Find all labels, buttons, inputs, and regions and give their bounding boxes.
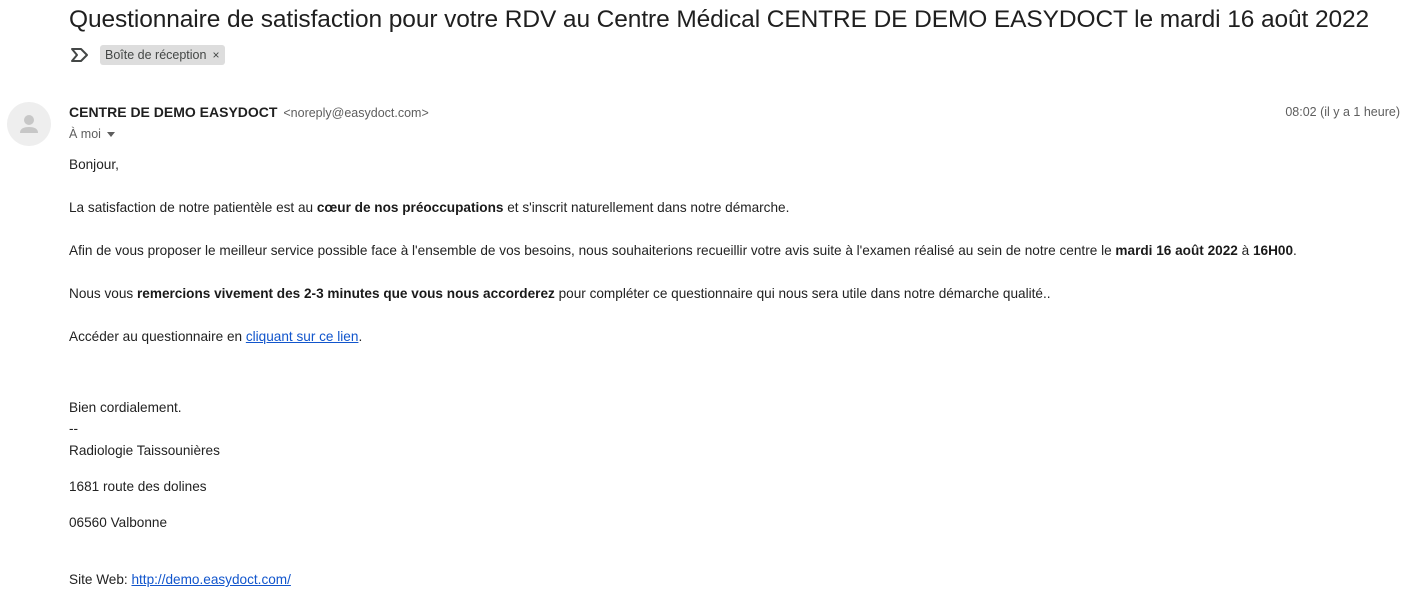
text: . — [1293, 243, 1297, 258]
text: . — [358, 329, 363, 344]
importance-marker-icon[interactable] — [70, 48, 90, 62]
website-label: Site Web: — [69, 572, 132, 587]
text: Afin de vous proposer le meilleur servic… — [69, 243, 1116, 258]
inbox-label-text: Boîte de réception — [105, 48, 207, 62]
signature-website: Site Web: http://demo.easydoct.com/ — [69, 572, 291, 587]
bold-text: cœur de nos préoccupations — [316, 200, 504, 215]
sender-avatar — [7, 102, 51, 146]
closing: Bien cordialement. — [69, 400, 182, 415]
text: pour compléter ce questionnaire qui nous… — [554, 286, 1051, 301]
label-row: Boîte de réception × — [70, 44, 226, 66]
greeting: Bonjour, — [69, 157, 119, 172]
text: Nous vous — [69, 286, 138, 301]
text: La satisfaction de notre patientèle est … — [69, 200, 317, 215]
appointment-time: 16H00 — [1252, 243, 1294, 258]
recipient-label: À moi — [69, 127, 101, 141]
paragraph-appointment: Afin de vous proposer le meilleur servic… — [69, 243, 1297, 258]
sender-name[interactable]: CENTRE DE DEMO EASYDOCT — [69, 104, 277, 120]
paragraph-thanks: Nous vous remercions vivement des 2-3 mi… — [69, 286, 1051, 301]
remove-label-icon[interactable]: × — [212, 45, 219, 65]
paragraph-satisfaction: La satisfaction de notre patientèle est … — [69, 200, 789, 215]
bold-text: remercions vivement des 2-3 minutes que … — [137, 286, 555, 301]
signature-city: 06560 Valbonne — [69, 515, 168, 530]
survey-link[interactable]: cliquant sur ce lien — [246, 329, 359, 344]
email-subject: Questionnaire de satisfaction pour votre… — [69, 6, 1370, 33]
text: à — [1237, 243, 1253, 258]
text: Accéder au questionnaire en — [69, 329, 246, 344]
person-icon — [20, 115, 38, 133]
appointment-date: mardi 16 août 2022 — [1115, 243, 1238, 258]
signature-name: Radiologie Taissounières — [69, 443, 220, 458]
sender-email: <noreply@easydoct.com> — [283, 106, 429, 120]
text: et s'inscrit naturellement dans notre dé… — [503, 200, 790, 215]
website-link[interactable]: http://demo.easydoct.com/ — [131, 572, 290, 587]
paragraph-survey-link: Accéder au questionnaire en cliquant sur… — [69, 329, 362, 344]
caret-down-icon[interactable] — [106, 131, 115, 137]
signature-separator: -- — [69, 421, 79, 436]
recipient-dropdown[interactable]: À moi — [69, 127, 115, 141]
signature-address: 1681 route des dolines — [69, 479, 207, 494]
inbox-label-chip[interactable]: Boîte de réception × — [100, 45, 226, 65]
email-timestamp: 08:02 (il y a 1 heure) — [1285, 105, 1400, 119]
sender-line: CENTRE DE DEMO EASYDOCT <noreply@easydoc… — [69, 104, 429, 120]
